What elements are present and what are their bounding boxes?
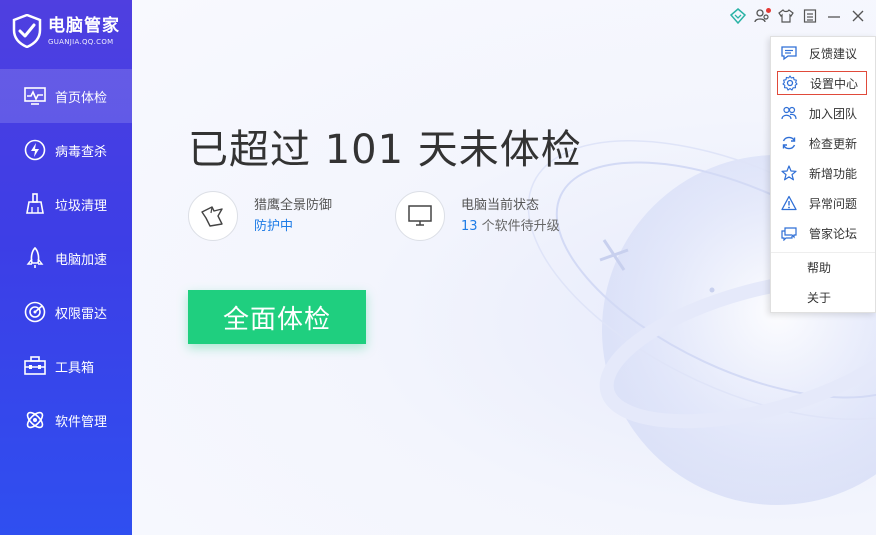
- pc-status[interactable]: 电脑当前状态 13 个软件待升级: [395, 191, 560, 241]
- checkup-headline: 已超过 101 天未体检: [188, 127, 582, 173]
- app-subtitle: GUANJIA.QQ.COM: [48, 38, 114, 46]
- notification-dot: [766, 8, 771, 13]
- sidebar-nav: 首页体检 病毒查杀 垃圾清理 电脑加速 权限雷达 工具箱 软件管理: [0, 69, 132, 447]
- menu-item-label: 帮助: [807, 260, 832, 275]
- sidebar-item-label: 病毒查杀: [55, 144, 108, 160]
- menu-item-label: 加入团队: [809, 106, 858, 121]
- sidebar-item-virus-scan[interactable]: 病毒查杀: [0, 123, 132, 177]
- toolbox-icon: [24, 355, 46, 377]
- monitor-pulse-icon: [24, 85, 46, 107]
- main-panel: 已超过 101 天未体检 猎鹰全景防御 防护中 电脑当前状态 13 个软件待升级…: [132, 0, 876, 535]
- broom-icon: [24, 193, 46, 215]
- menu-item-feedback[interactable]: 反馈建议: [777, 41, 867, 65]
- sidebar-item-label: 软件管理: [55, 414, 108, 430]
- star-icon: [779, 163, 799, 183]
- monitor-icon: [395, 191, 445, 241]
- settings-dropdown-menu: 反馈建议 设置中心 加入团队 检查更新 新增功能 异常问题 管家论坛 帮助 关于: [770, 36, 876, 313]
- menu-divider: [771, 252, 875, 253]
- warning-icon: [779, 193, 799, 213]
- sidebar: 电脑管家 GUANJIA.QQ.COM 首页体检 病毒查杀 垃圾清理 电脑加速 …: [0, 0, 132, 535]
- sidebar-item-label: 权限雷达: [55, 306, 108, 322]
- sidebar-item-permission-radar[interactable]: 权限雷达: [0, 285, 132, 339]
- pc-status-title: 电脑当前状态: [461, 198, 540, 213]
- close-icon[interactable]: [848, 6, 868, 26]
- sidebar-item-label: 电脑加速: [55, 252, 108, 268]
- software-icon: [24, 409, 46, 431]
- sidebar-item-label: 工具箱: [55, 360, 95, 376]
- menu-item-join-team[interactable]: 加入团队: [777, 101, 867, 125]
- menu-item-new-features[interactable]: 新增功能: [777, 161, 867, 185]
- full-checkup-button[interactable]: 全面体检: [188, 290, 366, 344]
- menu-item-issues[interactable]: 异常问题: [777, 191, 867, 215]
- upgrade-count[interactable]: 13: [461, 219, 478, 234]
- minimize-icon[interactable]: [824, 6, 844, 26]
- upgrade-text: 个软件待升级: [477, 219, 560, 234]
- menu-item-check-update[interactable]: 检查更新: [777, 131, 867, 155]
- menu-item-label: 反馈建议: [809, 46, 858, 61]
- menu-item-label: 管家论坛: [809, 226, 858, 241]
- app-title: 电脑管家: [48, 16, 120, 36]
- menu-item-about[interactable]: 关于: [777, 285, 867, 309]
- rocket-icon: [24, 247, 46, 269]
- refresh-icon: [779, 133, 799, 153]
- sidebar-item-speed-up[interactable]: 电脑加速: [0, 231, 132, 285]
- gear-icon: [780, 73, 800, 93]
- sidebar-item-junk-clean[interactable]: 垃圾清理: [0, 177, 132, 231]
- protection-title: 猎鹰全景防御: [254, 198, 333, 213]
- protection-value: 防护中: [254, 219, 294, 234]
- lightning-icon: [24, 139, 46, 161]
- menu-item-help[interactable]: 帮助: [777, 255, 867, 279]
- friends-icon[interactable]: [752, 6, 772, 26]
- team-icon: [779, 103, 799, 123]
- shield-logo-icon: [12, 14, 42, 48]
- falcon-icon: [188, 191, 238, 241]
- sidebar-item-home-checkup[interactable]: 首页体检: [0, 69, 132, 123]
- radar-icon: [24, 301, 46, 323]
- menu-item-label: 异常问题: [809, 196, 858, 211]
- menu-item-label: 设置中心: [810, 76, 859, 91]
- feedback-icon: [779, 43, 799, 63]
- menu-item-label: 新增功能: [809, 166, 858, 181]
- menu-icon[interactable]: [800, 6, 820, 26]
- menu-item-forum[interactable]: 管家论坛: [777, 221, 867, 245]
- sidebar-item-label: 首页体检: [55, 90, 108, 106]
- forum-icon: [779, 223, 799, 243]
- sidebar-item-software-manager[interactable]: 软件管理: [0, 393, 132, 447]
- app-logo: 电脑管家 GUANJIA.QQ.COM: [12, 14, 120, 48]
- diamond-icon[interactable]: [728, 6, 748, 26]
- titlebar-controls: [724, 6, 868, 26]
- protection-status[interactable]: 猎鹰全景防御 防护中: [188, 191, 332, 241]
- menu-item-label: 关于: [807, 290, 832, 305]
- sidebar-item-toolbox[interactable]: 工具箱: [0, 339, 132, 393]
- menu-item-label: 检查更新: [809, 136, 858, 151]
- sidebar-item-label: 垃圾清理: [55, 198, 108, 214]
- skin-icon[interactable]: [776, 6, 796, 26]
- menu-item-settings[interactable]: 设置中心: [777, 71, 867, 95]
